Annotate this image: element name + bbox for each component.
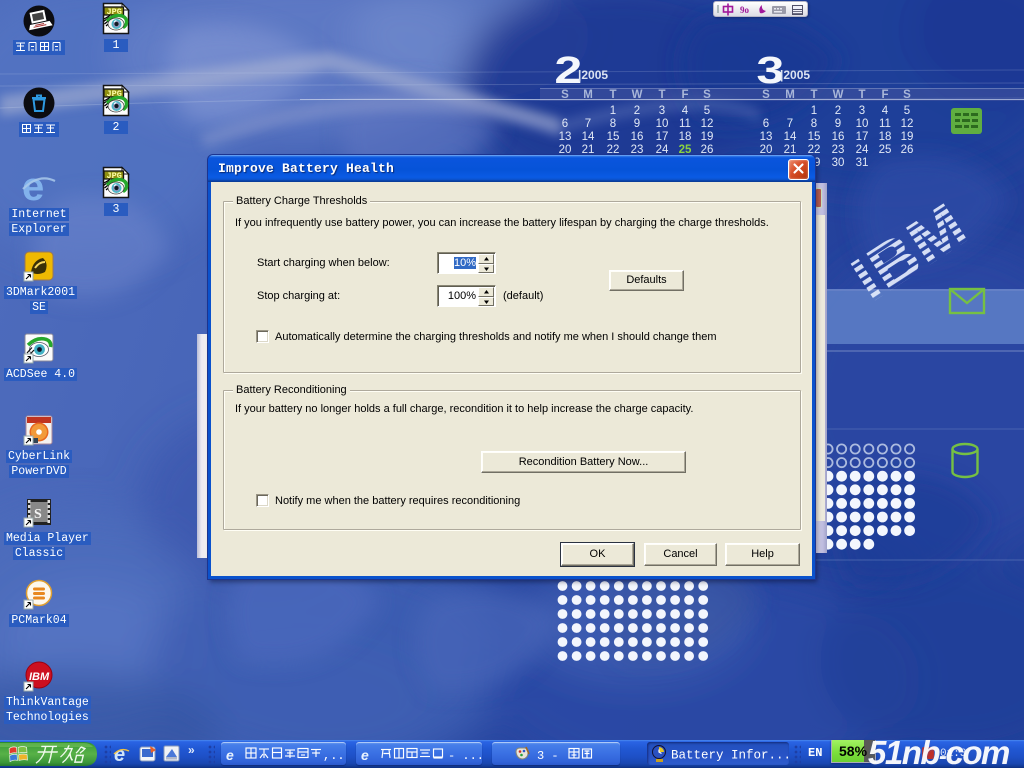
svg-text:3: 3	[659, 105, 665, 117]
svg-text:14: 14	[582, 131, 595, 143]
svg-text:S: S	[561, 89, 569, 101]
svg-text:14: 14	[784, 131, 797, 143]
svg-text:T: T	[609, 89, 616, 101]
svg-text:24: 24	[856, 144, 869, 156]
svg-text:4: 4	[882, 105, 889, 117]
svg-text:10: 10	[856, 118, 869, 130]
svg-text:e: e	[226, 747, 234, 763]
svg-text:6: 6	[562, 118, 568, 130]
svg-text:e: e	[361, 747, 369, 763]
svg-text:T: T	[858, 89, 865, 101]
svg-text:F: F	[681, 89, 688, 101]
svg-text:19: 19	[901, 131, 914, 143]
svg-text:»: »	[188, 743, 195, 757]
svg-text:17: 17	[656, 131, 669, 143]
svg-text:e: e	[114, 744, 125, 766]
svg-text:31: 31	[856, 157, 869, 169]
svg-text:5: 5	[704, 105, 710, 117]
svg-text:13: 13	[760, 131, 773, 143]
svg-text:T: T	[658, 89, 665, 101]
svg-text:W: W	[632, 89, 643, 101]
svg-text:17: 17	[856, 131, 869, 143]
svg-text:1: 1	[610, 105, 616, 117]
svg-text:|2005: |2005	[578, 68, 608, 82]
svg-text:6: 6	[763, 118, 769, 130]
svg-text:3 -: 3 -	[537, 749, 559, 763]
svg-text:15: 15	[607, 131, 620, 143]
svg-text:12: 12	[701, 118, 714, 130]
svg-text:|2005: |2005	[780, 68, 810, 82]
svg-text:25: 25	[879, 144, 892, 156]
svg-text:16: 16	[631, 131, 644, 143]
svg-text:19: 19	[701, 131, 714, 143]
svg-text:12: 12	[901, 118, 914, 130]
svg-text:18: 18	[679, 131, 692, 143]
svg-text:3: 3	[859, 105, 865, 117]
svg-text:2: 2	[835, 105, 841, 117]
svg-text:2: 2	[634, 105, 640, 117]
svg-text:10: 10	[656, 118, 669, 130]
svg-text:1: 1	[811, 105, 817, 117]
svg-text:30: 30	[832, 157, 845, 169]
svg-text:M: M	[785, 89, 795, 101]
svg-text:11: 11	[679, 118, 691, 130]
svg-text:- ...: - ...	[448, 749, 482, 763]
svg-text:11: 11	[879, 118, 891, 130]
svg-text:5: 5	[904, 105, 910, 117]
svg-text:8: 8	[811, 118, 817, 130]
svg-text:Battery Infor...: Battery Infor...	[671, 749, 789, 763]
svg-text:W: W	[833, 89, 844, 101]
svg-text:26: 26	[901, 144, 914, 156]
svg-text:15: 15	[808, 131, 821, 143]
svg-text:F: F	[881, 89, 888, 101]
svg-text:S: S	[703, 89, 711, 101]
svg-text:18: 18	[879, 131, 892, 143]
svg-text:7: 7	[585, 118, 591, 130]
svg-text:7: 7	[787, 118, 793, 130]
svg-text:IBM: IBM	[29, 671, 50, 683]
svg-text:9: 9	[835, 118, 841, 130]
svg-text:9: 9	[634, 118, 640, 130]
svg-text:13: 13	[559, 131, 572, 143]
svg-text:T: T	[810, 89, 817, 101]
svg-text:S: S	[903, 89, 911, 101]
svg-text:S: S	[34, 507, 42, 522]
svg-text:16: 16	[832, 131, 845, 143]
svg-text:8: 8	[610, 118, 616, 130]
svg-text:4: 4	[682, 105, 689, 117]
svg-text:M: M	[583, 89, 593, 101]
svg-text:,..: ,..	[323, 749, 345, 763]
svg-text:23: 23	[832, 144, 845, 156]
svg-text:9o: 9o	[740, 5, 750, 15]
svg-text:S: S	[762, 89, 770, 101]
